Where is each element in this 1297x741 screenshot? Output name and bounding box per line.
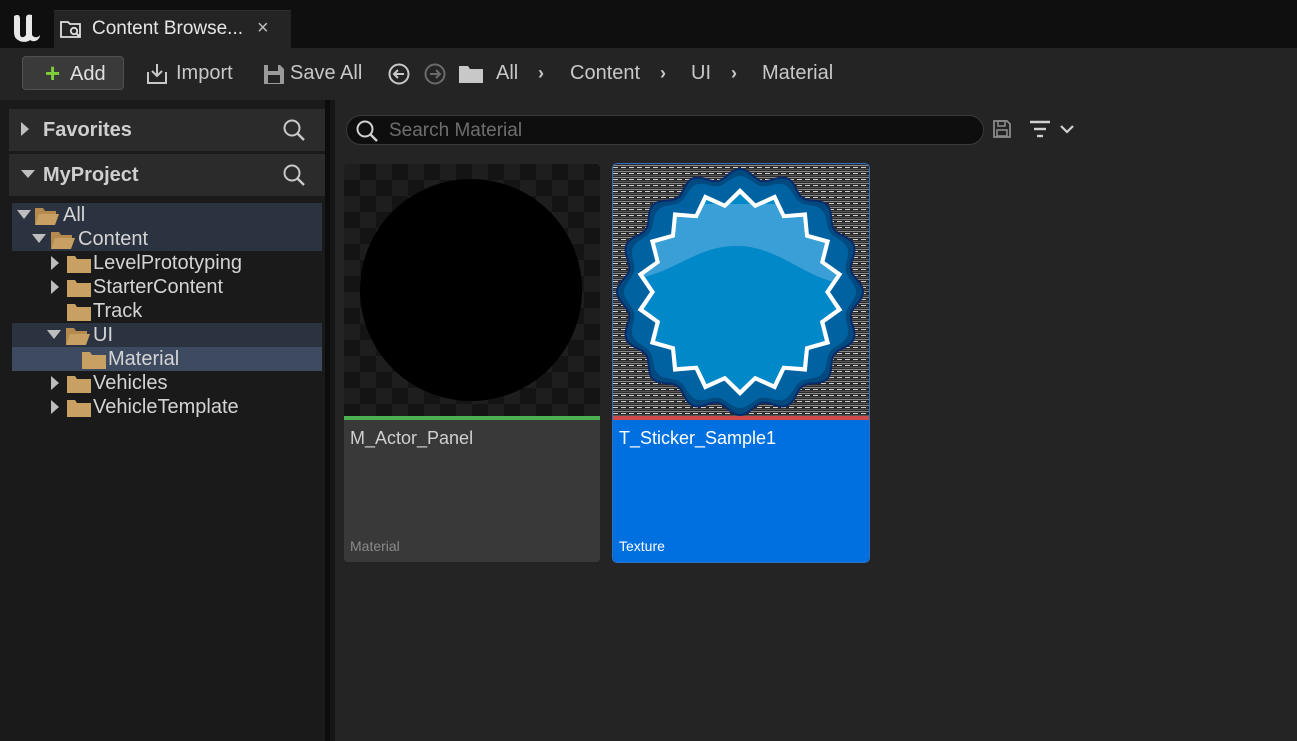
breadcrumb-material[interactable]: Material [762, 62, 833, 85]
folder-icon [66, 374, 92, 394]
folder-icon [66, 278, 92, 298]
folder-open-icon [34, 206, 60, 226]
add-button[interactable]: + Add [22, 56, 124, 90]
search-box[interactable] [346, 115, 984, 145]
favorites-header[interactable]: Favorites [9, 109, 325, 151]
tree-item-content[interactable]: Content [12, 227, 322, 251]
tree-item-track[interactable]: Track [12, 299, 322, 323]
asset-info: M_Actor_Panel Material [344, 420, 600, 562]
tree-item-label: Material [108, 348, 180, 370]
chevron-right-icon[interactable] [51, 376, 59, 390]
chevron-right-icon[interactable]: › [731, 63, 737, 84]
asset-tile-m-actor-panel[interactable]: M_Actor_Panel Material [344, 164, 600, 562]
chevron-right-icon[interactable]: › [538, 63, 544, 84]
breadcrumb-ui[interactable]: UI [691, 62, 711, 85]
chevron-down-icon[interactable] [17, 210, 31, 219]
plus-icon: + [45, 58, 61, 88]
import-button[interactable]: Import [176, 62, 233, 85]
tree-item-startercontent[interactable]: StarterContent [12, 275, 322, 299]
asset-tile-t-sticker-sample1[interactable]: T_Sticker_Sample1 Texture [612, 163, 870, 563]
tree-item-all[interactable]: All [12, 203, 322, 227]
asset-name: T_Sticker_Sample1 [619, 428, 777, 448]
tree-item-label: All [63, 204, 86, 226]
asset-view: M_Actor_Panel Material T_Stic [335, 100, 1297, 741]
save-search-icon[interactable] [992, 119, 1012, 139]
folder-icon[interactable] [458, 64, 484, 84]
unreal-logo-icon[interactable] [8, 8, 46, 46]
folder-icon [66, 254, 92, 274]
chevron-down-icon[interactable] [47, 330, 61, 339]
folder-icon [66, 398, 92, 418]
close-icon[interactable]: × [257, 17, 269, 40]
tree-item-label: UI [93, 324, 113, 346]
tree-item-label: VehicleTemplate [93, 396, 239, 418]
folder-tree: All Content LevelPrototyping StarterCont… [12, 199, 322, 429]
import-icon[interactable] [145, 62, 171, 86]
breadcrumb-all[interactable]: All [496, 62, 518, 85]
tab-content-browser[interactable]: Content Browse... × [54, 10, 291, 49]
tree-item-label: LevelPrototyping [93, 252, 242, 274]
toolbar: + Add Import Save All All › Content › UI… [0, 48, 1297, 100]
tree-item-label: Track [93, 300, 143, 322]
tree-item-levelprototyping[interactable]: LevelPrototyping [12, 251, 322, 275]
asset-info: T_Sticker_Sample1 Texture [613, 420, 869, 562]
breadcrumb-content[interactable]: Content [570, 62, 640, 85]
add-button-label: Add [70, 63, 106, 85]
folder-icon [66, 302, 92, 322]
filter-button[interactable] [1028, 118, 1078, 142]
forward-arrow-icon[interactable] [424, 63, 446, 85]
folder-open-icon [50, 230, 76, 250]
search-icon [355, 119, 379, 143]
search-icon[interactable] [282, 118, 306, 142]
save-all-button[interactable]: Save All [290, 62, 362, 85]
chevron-right-icon[interactable] [51, 256, 59, 270]
tree-item-label: Content [78, 228, 149, 250]
chevron-right-icon[interactable] [51, 280, 59, 294]
tab-title: Content Browse... [92, 18, 244, 39]
project-label: MyProject [43, 164, 139, 186]
folder-open-icon [65, 326, 91, 346]
chevron-right-icon[interactable]: › [660, 63, 666, 84]
sticker-thumbnail [613, 164, 869, 417]
asset-type: Texture [619, 538, 665, 554]
save-icon[interactable] [262, 62, 286, 86]
back-arrow-icon[interactable] [388, 63, 410, 85]
tree-item-vehicletemplate[interactable]: VehicleTemplate [12, 395, 322, 419]
tree-item-label: StarterContent [93, 276, 224, 298]
asset-type: Material [350, 538, 400, 554]
title-bar: Content Browse... × [0, 0, 1297, 49]
asset-thumbnail [344, 164, 600, 416]
folder-icon [81, 350, 107, 370]
chevron-down-icon[interactable] [32, 234, 46, 243]
asset-name: M_Actor_Panel [350, 428, 474, 448]
chevron-down-icon[interactable] [21, 170, 35, 178]
search-input[interactable] [387, 118, 971, 144]
content-browser-icon [60, 19, 82, 39]
myproject-header[interactable]: MyProject [9, 154, 325, 196]
search-icon[interactable] [282, 163, 306, 187]
tree-item-vehicles[interactable]: Vehicles [12, 371, 322, 395]
tree-item-material[interactable]: Material [12, 347, 322, 371]
tree-item-ui[interactable]: UI [12, 323, 322, 347]
chevron-right-icon[interactable] [51, 400, 59, 414]
favorites-label: Favorites [43, 119, 132, 141]
filter-icon [1030, 120, 1074, 138]
chevron-right-icon[interactable] [21, 122, 29, 136]
tree-item-label: Vehicles [93, 372, 168, 394]
